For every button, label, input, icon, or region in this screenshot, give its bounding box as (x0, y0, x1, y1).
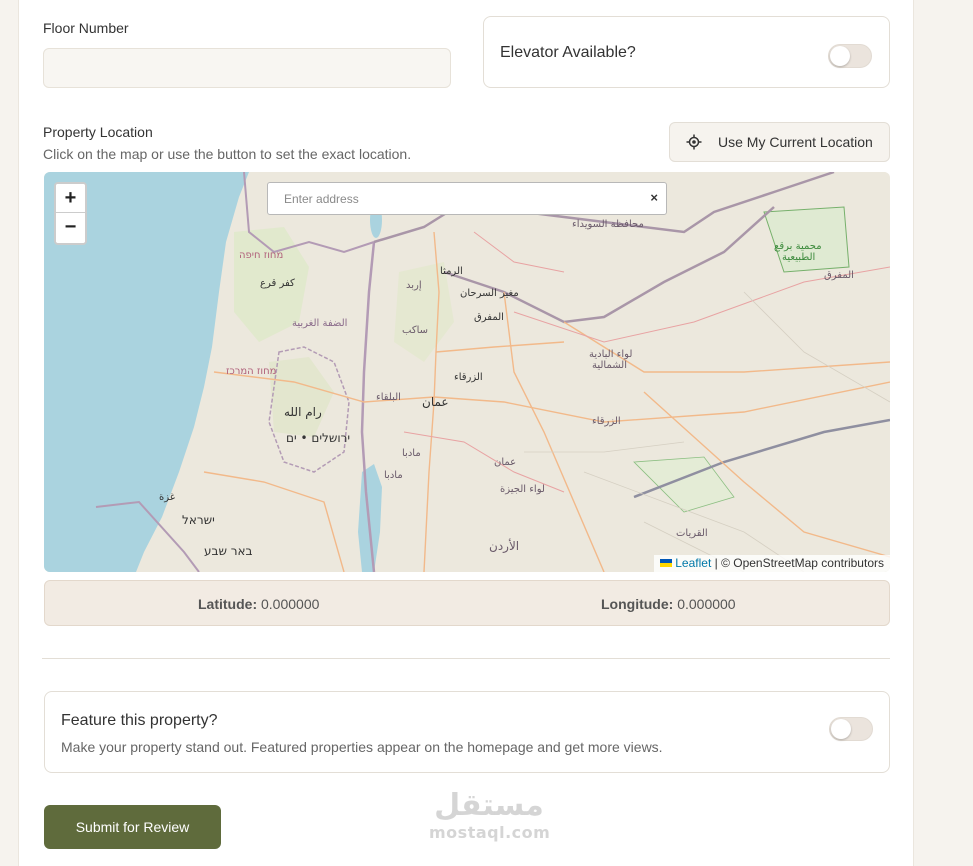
longitude-label: Longitude: (601, 596, 674, 612)
leaflet-link[interactable]: Leaflet (675, 556, 711, 570)
map-label: غزة (159, 492, 175, 503)
map-label: محافظة السويداء (572, 219, 644, 230)
crosshair-icon (686, 134, 702, 150)
longitude-readout: Longitude: 0.000000 (601, 596, 736, 612)
map-label: مادبا (384, 470, 403, 481)
use-current-location-button[interactable]: Use My Current Location (669, 122, 890, 162)
location-map[interactable]: محافظة السويداء محمية برقع الطبيعية المف… (44, 172, 890, 572)
map-label: كفر قرع (260, 278, 295, 289)
address-search-input[interactable] (268, 183, 638, 214)
clear-address-icon[interactable]: × (650, 190, 658, 205)
submit-for-review-button[interactable]: Submit for Review (44, 805, 221, 849)
map-label: لواء الجيزة (500, 484, 545, 495)
featured-description: Make your property stand out. Featured p… (61, 739, 663, 755)
map-label: القريات (676, 528, 708, 539)
map-tiles[interactable]: محافظة السويداء محمية برقع الطبيعية المف… (44, 172, 890, 572)
map-label: الأردن (489, 538, 519, 554)
form-panel: Floor Number Elevator Available? Propert… (18, 0, 914, 866)
map-attribution: Leaflet | © OpenStreetMap contributors (654, 555, 890, 572)
map-label: الشمالية (592, 360, 627, 371)
elevator-card: Elevator Available? (483, 16, 890, 88)
attribution-text: | © OpenStreetMap contributors (711, 556, 884, 570)
property-location-hint: Click on the map or use the button to se… (43, 146, 412, 162)
ukraine-flag-icon (660, 559, 673, 567)
section-divider (42, 658, 890, 659)
elevator-toggle[interactable] (828, 44, 872, 68)
map-label: مادبا (402, 448, 421, 459)
zoom-in-button[interactable]: + (56, 184, 85, 213)
zoom-out-button[interactable]: − (56, 213, 85, 242)
map-label: إربد (406, 280, 422, 291)
map-label: عمان (422, 395, 449, 409)
map-label: الضفة الغربية (292, 318, 347, 329)
map-label: الرمثا (440, 266, 463, 277)
map-label: ساكب (402, 325, 428, 336)
latitude-readout: Latitude: 0.000000 (198, 596, 319, 612)
map-label: عمان (494, 457, 516, 468)
watermark-arabic: مستقل (434, 788, 544, 823)
zoom-control: + − (54, 182, 87, 245)
longitude-value: 0.000000 (677, 596, 736, 612)
map-label: באר שבע (204, 544, 253, 558)
mostaql-watermark: مستقل mostaql.com (429, 788, 551, 852)
map-label: المفرق (824, 270, 854, 281)
map-label: الزرقاء (592, 416, 621, 427)
map-label: מחוז חיפה (239, 250, 283, 261)
map-label: المفرق (474, 312, 504, 323)
watermark-latin: mostaql.com (429, 823, 551, 842)
address-search-box: × (267, 182, 667, 215)
featured-toggle[interactable] (829, 717, 873, 741)
elevator-label: Elevator Available? (500, 44, 636, 61)
map-label: محمية برقع (774, 241, 822, 252)
floor-number-label: Floor Number (43, 20, 129, 36)
property-location-label: Property Location (43, 124, 153, 140)
map-label: ישראל (182, 513, 215, 527)
map-label: مغير السرحان (460, 288, 519, 299)
map-label: الزرقاء (454, 372, 483, 383)
use-current-location-label: Use My Current Location (718, 134, 873, 150)
map-label: ירושלים • ים (286, 431, 350, 445)
floor-number-input[interactable] (43, 48, 451, 88)
latitude-label: Latitude: (198, 596, 258, 612)
map-label: البلقاء (376, 392, 401, 403)
featured-title: Feature this property? (61, 712, 218, 729)
coordinates-display: Latitude: 0.000000 Longitude: 0.000000 (44, 580, 890, 626)
map-label: מחוז המרכז (226, 366, 276, 377)
map-label: الطبيعية (782, 252, 815, 263)
map-label: رام الله (284, 405, 322, 420)
featured-card: Feature this property? Make your propert… (44, 691, 890, 773)
latitude-value: 0.000000 (261, 596, 320, 612)
map-label: لواء البادية (589, 349, 632, 360)
